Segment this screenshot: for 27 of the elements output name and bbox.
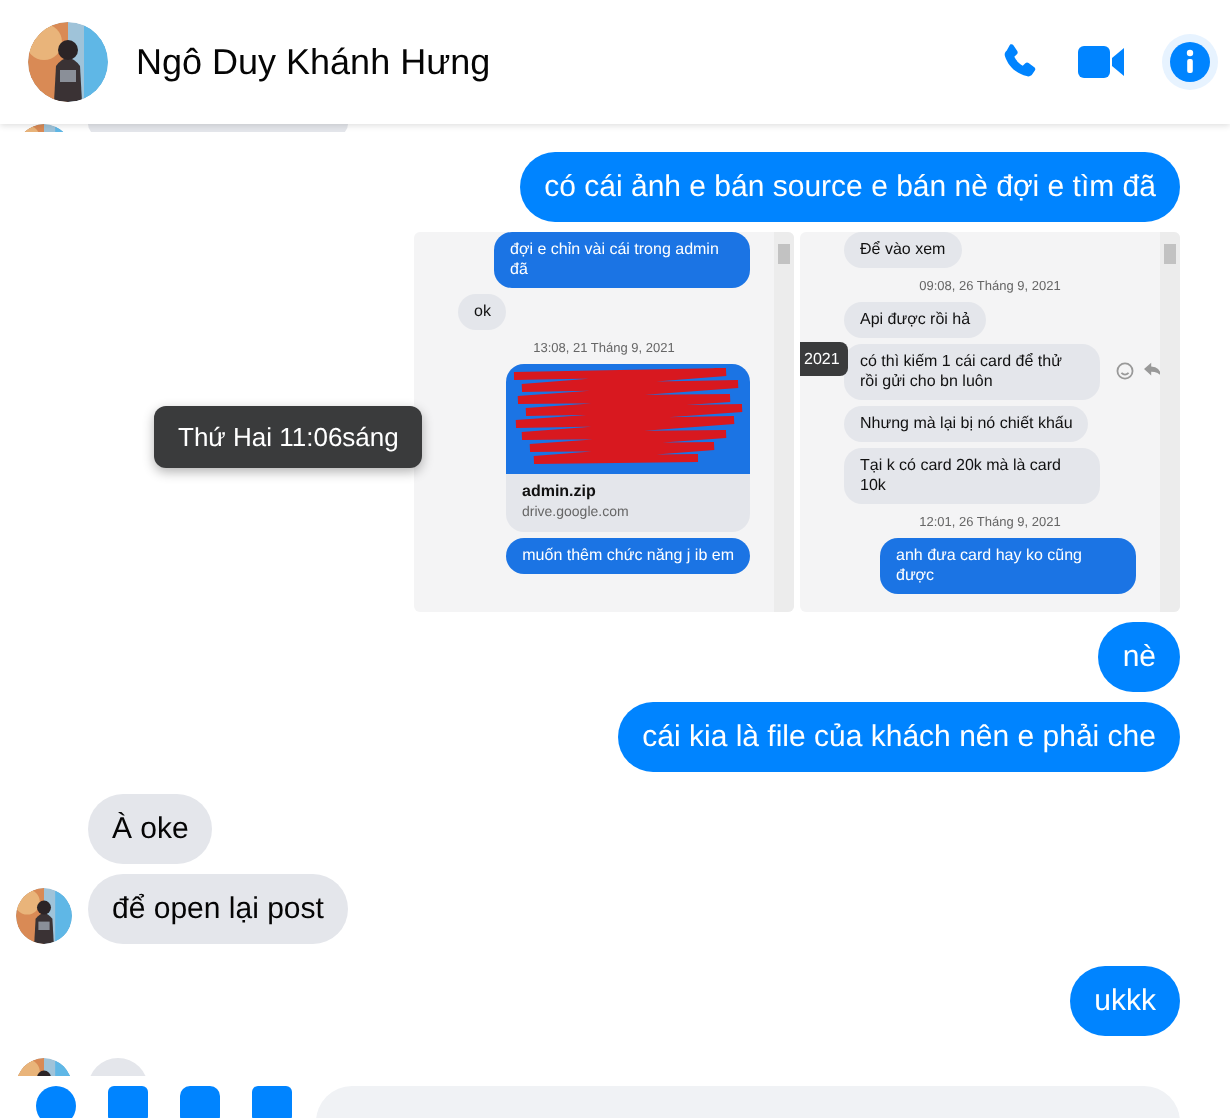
message-bubble: có cái ảnh e bán source e bán nè đợi e tìm đã — [520, 151, 1180, 222]
tooltip: Thứ Hai 11:06sáng — [154, 406, 423, 468]
message-bubble: đợi e chỉn vài cái trong admin đã — [494, 231, 750, 288]
message-bubble: À oke — [88, 793, 213, 864]
video-camera-icon[interactable] — [1078, 44, 1126, 80]
info-button[interactable] — [1162, 34, 1218, 90]
message-bubble: Tại k có card 20k mà là card 10k — [844, 447, 1100, 504]
reply-icon[interactable] — [1144, 362, 1162, 379]
tooltip: 2021 — [800, 341, 848, 376]
scrollbar-thumb[interactable] — [1164, 243, 1176, 264]
message-bubble: Để vào xem — [844, 231, 962, 268]
message-bubble: nè — [1098, 621, 1180, 692]
message-bubble: ok — [458, 293, 507, 330]
screenshot[interactable] — [800, 231, 1180, 612]
contact-name: Ngô Duy Khánh Hưng — [136, 41, 493, 83]
message-bubble: muốn thêm chức năng j ib em — [506, 537, 750, 574]
message-bubble: Api được rồi hả — [844, 301, 987, 338]
smiley-icon[interactable] — [1116, 361, 1134, 380]
scrollbar-thumb[interactable] — [778, 243, 790, 264]
message-bubble: anh đưa card hay ko cũng được — [880, 537, 1136, 594]
message-bubble: Nhưng mà lại bị nó chiết khấu — [844, 405, 1089, 442]
message-text: có thì kiếm 1 cái card để thử rồi gửi cho bn luôn — [860, 351, 1062, 390]
info-icon — [1170, 42, 1210, 82]
message-bubble: để open lại post — [88, 873, 348, 944]
link-title: admin.zip — [520, 479, 598, 502]
message-bubble: ukkk — [1070, 965, 1180, 1036]
message-bubble: cái kia là file của khách nên e phải che — [618, 701, 1180, 772]
